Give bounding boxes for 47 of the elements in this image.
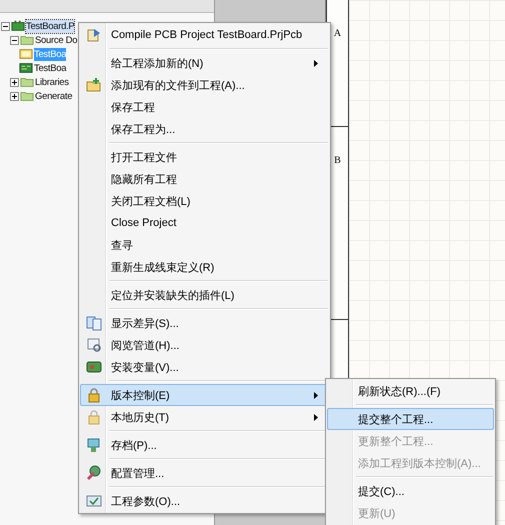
menu-item[interactable]: Compile PCB Project TestBoard.PrjPcb [80,24,329,46]
menu-item[interactable]: 阅览管道(H)... [80,334,329,356]
menu-item[interactable]: 保存工程为... [80,118,329,140]
document-magnifier-icon [86,337,102,353]
padlock-icon [86,409,102,425]
board-icon [86,359,102,375]
folder-icon [20,76,34,88]
documents-icon [86,315,102,331]
sheet-icon [19,48,33,60]
monitor-icon [86,437,102,453]
menu-item[interactable]: 给工程添加新的(N) [80,52,329,74]
menu-item[interactable]: 安装变量(V)... [80,356,329,378]
tree-item[interactable]: Libraries [35,76,69,88]
menu-item[interactable]: 工程参数(O)... [80,490,329,512]
menu-item[interactable]: 打开工程文件 [80,146,329,168]
menu-item[interactable]: 本地历史(T) [80,406,329,428]
menu-item[interactable]: 存档(P)... [80,434,329,456]
menu-item[interactable]: 提交整个工程... [327,408,494,430]
folder-plus-icon [86,77,102,93]
tree-item[interactable]: TestBoard.P [26,20,74,32]
zone-label: B [334,155,341,168]
expand-icon[interactable] [10,92,19,100]
menu-item[interactable]: 重新生成线束定义(R) [80,256,329,278]
zone-label: A [334,28,342,41]
menu-item[interactable]: 定位并安装缺失的插件(L) [80,284,329,306]
menu-item[interactable]: 添加现有的文件到工程(A)... [80,74,329,96]
menu-item[interactable]: 配置管理... [80,462,329,484]
board-icon [19,62,33,74]
tree-item[interactable]: Source Do [35,34,78,46]
collapse-icon[interactable] [10,36,19,44]
expand-icon[interactable] [10,78,19,86]
menu-item[interactable]: 提交(C)... [327,480,494,502]
tree-item[interactable]: TestBoa [34,62,66,74]
menu-item[interactable]: Close Project [80,212,329,234]
menu-item[interactable]: 保存工程 [80,96,329,118]
menu-item[interactable]: 刷新状态(R)...(F) [327,380,494,402]
document-arrow-icon [86,27,102,43]
board-icon [11,20,25,32]
collapse-icon[interactable] [1,22,10,30]
folder-icon [20,90,34,102]
menu-item[interactable]: 隐藏所有工程 [80,168,329,190]
menu-item[interactable]: 显示差异(S)... [80,312,329,334]
folder-icon [20,34,34,46]
tree-item[interactable]: Generate [35,90,72,102]
padlock-icon [86,387,102,403]
menu-item[interactable]: 关闭工程文档(L) [80,190,329,212]
menu-item[interactable]: 查寻 [80,234,329,256]
